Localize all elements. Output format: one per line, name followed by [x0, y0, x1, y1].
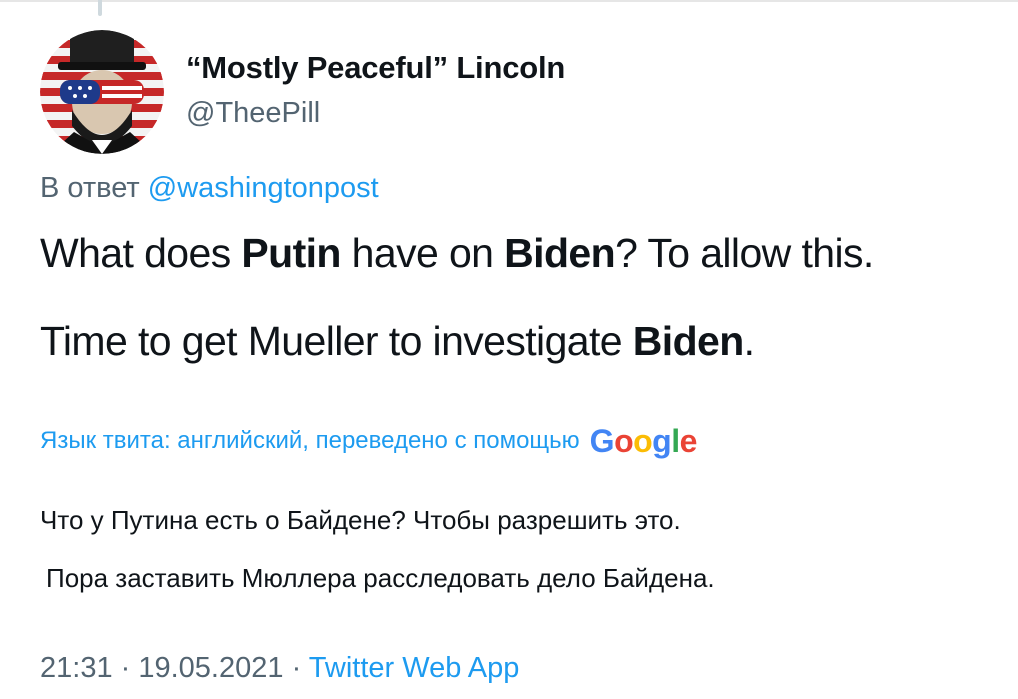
tweet-date[interactable]: 19.05.2021: [138, 652, 283, 684]
google-logo-letter: o: [614, 423, 634, 459]
reply-prefix: В ответ: [40, 172, 140, 204]
translated-text-line: Что у Путина есть о Байдене? Чтобы разре…: [40, 505, 681, 535]
tweet-text-segment: What does: [40, 230, 242, 276]
google-logo-letter: l: [671, 423, 680, 459]
reply-context: В ответ @washingtonpost: [40, 172, 379, 205]
translated-text-line: Пора заставить Мюллера расследовать дело…: [46, 563, 715, 593]
tweet-text-bold: Biden: [504, 230, 616, 276]
tweet-meta: 21:31 · 19.05.2021 · Twitter Web App: [40, 652, 519, 685]
tweet-text-line: What does Putin have on Biden? To allow …: [40, 230, 874, 277]
google-logo-letter: o: [633, 423, 653, 459]
tweet-text-segment: have on: [340, 230, 505, 276]
tweet-source-link[interactable]: Twitter Web App: [309, 652, 520, 684]
google-logo: Google: [589, 423, 698, 459]
reply-mention-link[interactable]: @washingtonpost: [148, 172, 379, 204]
tweet-text-bold: Biden: [632, 318, 745, 364]
author-display-name[interactable]: “Mostly Peaceful” Lincoln: [186, 50, 565, 86]
google-logo-letter: G: [589, 423, 615, 459]
author-handle[interactable]: @TheePill: [186, 97, 320, 130]
reply-thread-line: [98, 0, 102, 16]
google-logo-letter: e: [679, 423, 698, 459]
meta-separator: ·: [112, 652, 139, 684]
tweet-detail-view: “Mostly Peaceful” Lincoln @TheePill В от…: [0, 0, 1018, 699]
tweet-text-line: Time to get Mueller to investigate Biden…: [40, 318, 755, 365]
meta-separator: ·: [283, 652, 309, 684]
translation-note[interactable]: Язык твита: английский, переведено с пом…: [40, 425, 697, 457]
google-logo-letter: g: [652, 423, 672, 459]
tweet-text-bold: Putin: [241, 230, 341, 276]
avatar[interactable]: [40, 30, 164, 154]
top-divider: [0, 0, 1018, 2]
tweet-text-segment: .: [743, 318, 755, 364]
lincoln-flag-avatar-icon: [40, 30, 164, 154]
tweet-time[interactable]: 21:31: [40, 652, 113, 684]
tweet-text-segment: ? To allow this.: [615, 230, 874, 276]
translation-note-text: Язык твита: английский, переведено с пом…: [40, 427, 580, 454]
tweet-text-segment: Time to get Mueller to investigate: [40, 318, 633, 364]
